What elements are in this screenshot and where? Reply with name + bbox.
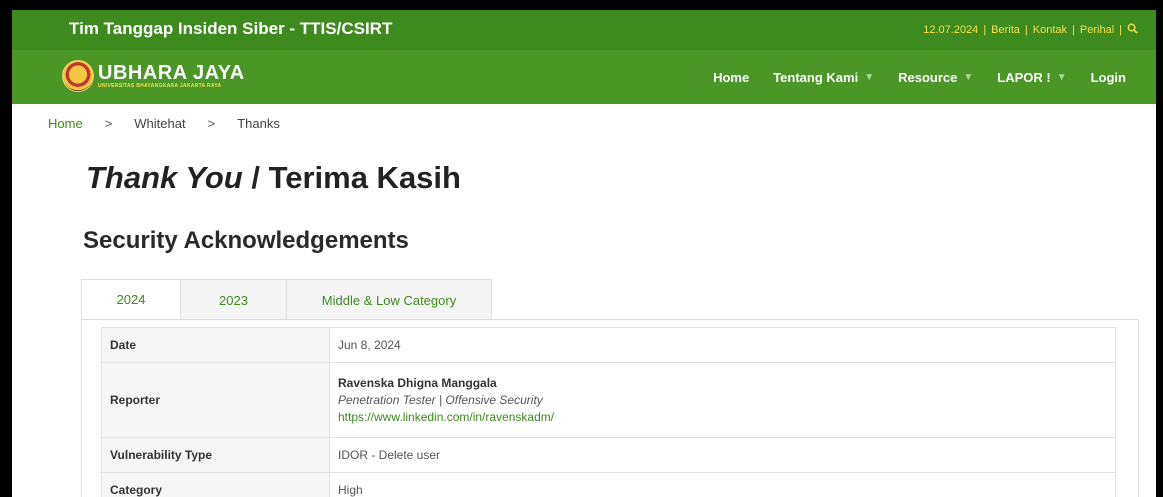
- logo-subtitle: UNIVERSITAS BHAYANGKARA JAKARTA RAYA: [98, 83, 222, 89]
- logo[interactable]: UBHARA JAYA UNIVERSITAS BHAYANGKARA JAKA…: [62, 60, 245, 92]
- tab-2023[interactable]: 2023: [181, 279, 287, 320]
- reporter-name: Ravenska Dhigna Manggala: [338, 375, 497, 390]
- table-row: Vulnerability Type IDOR - Delete user: [101, 437, 1116, 473]
- vulnerability-type-label: Vulnerability Type: [101, 437, 330, 473]
- reporter-value: Ravenska Dhigna Manggala Penetration Tes…: [329, 362, 1116, 438]
- tab-middle-low-category[interactable]: Middle & Low Category: [287, 279, 492, 320]
- category-value: High: [329, 472, 1116, 497]
- main-nav: UBHARA JAYA UNIVERSITAS BHAYANGKARA JAKA…: [12, 50, 1156, 104]
- link-perihal[interactable]: Perihal: [1080, 24, 1114, 36]
- browser-page: Tim Tanggap Insiden Siber - TTIS/CSIRT 1…: [12, 10, 1156, 497]
- reporter-role: Penetration Tester | Offensive Security: [338, 392, 543, 407]
- site-title[interactable]: Tim Tanggap Insiden Siber - TTIS/CSIRT: [69, 19, 392, 39]
- nav-lapor[interactable]: LAPOR ! ▼: [997, 70, 1066, 85]
- top-links: 12.07.2024 | Berita | Kontak | Perihal |: [923, 23, 1138, 37]
- tab-2024[interactable]: 2024: [81, 279, 181, 320]
- title-italic: Thank You: [86, 160, 243, 195]
- date-label: Date: [101, 327, 330, 363]
- table-row: Date Jun 8, 2024: [101, 327, 1116, 363]
- breadcrumb-whitehat[interactable]: Whitehat: [134, 116, 185, 131]
- separator: |: [1072, 24, 1075, 36]
- separator: |: [1024, 24, 1028, 36]
- breadcrumb-separator: >: [104, 116, 113, 131]
- vulnerability-type-value: IDOR - Delete user: [329, 437, 1116, 473]
- acknowledgement-table: Date Jun 8, 2024 Reporter Ravenska Dhign…: [101, 327, 1116, 497]
- reporter-linkedin-link[interactable]: https://www.linkedin.com/in/ravenskadm/: [338, 409, 1107, 426]
- separator: |: [983, 24, 987, 36]
- search-icon[interactable]: [1127, 23, 1138, 37]
- category-label: Category: [101, 472, 330, 497]
- link-kontak[interactable]: Kontak: [1033, 24, 1067, 36]
- top-bar: Tim Tanggap Insiden Siber - TTIS/CSIRT 1…: [12, 10, 1156, 50]
- nav-login[interactable]: Login: [1091, 70, 1126, 85]
- university-emblem-icon: [62, 60, 94, 92]
- separator: |: [1119, 24, 1122, 36]
- nav-resource[interactable]: Resource ▼: [898, 70, 973, 85]
- nav-menu: Home Tentang Kami ▼ Resource ▼ LAPOR ! ▼ Lo…: [689, 50, 1126, 104]
- breadcrumb-current: Thanks: [237, 116, 280, 131]
- breadcrumb-separator: >: [207, 116, 216, 131]
- date-value: Jun 8, 2024: [329, 327, 1116, 363]
- link-berita[interactable]: Berita: [991, 24, 1020, 36]
- section-title: Security Acknowledgements: [83, 227, 409, 254]
- nav-home[interactable]: Home: [713, 70, 749, 85]
- logo-name: UBHARA JAYA: [98, 62, 245, 84]
- current-date: 12.07.2024: [923, 24, 979, 36]
- chevron-down-icon: ▼: [1056, 71, 1067, 83]
- table-row: Category High: [101, 472, 1116, 497]
- title-rest: / Terima Kasih: [242, 160, 461, 195]
- breadcrumb: Home > Whitehat > Thanks: [48, 116, 280, 131]
- nav-tentang-kami[interactable]: Tentang Kami ▼: [773, 70, 874, 85]
- table-row: Reporter Ravenska Dhigna Manggala Penetr…: [101, 362, 1116, 438]
- reporter-label: Reporter: [101, 362, 330, 438]
- breadcrumb-home[interactable]: Home: [48, 116, 83, 131]
- chevron-down-icon: ▼: [963, 71, 974, 83]
- year-tabs: 2024 2023 Middle & Low Category: [81, 279, 492, 320]
- page-title: Thank You / Terima Kasih: [86, 160, 461, 196]
- chevron-down-icon: ▼: [864, 71, 875, 83]
